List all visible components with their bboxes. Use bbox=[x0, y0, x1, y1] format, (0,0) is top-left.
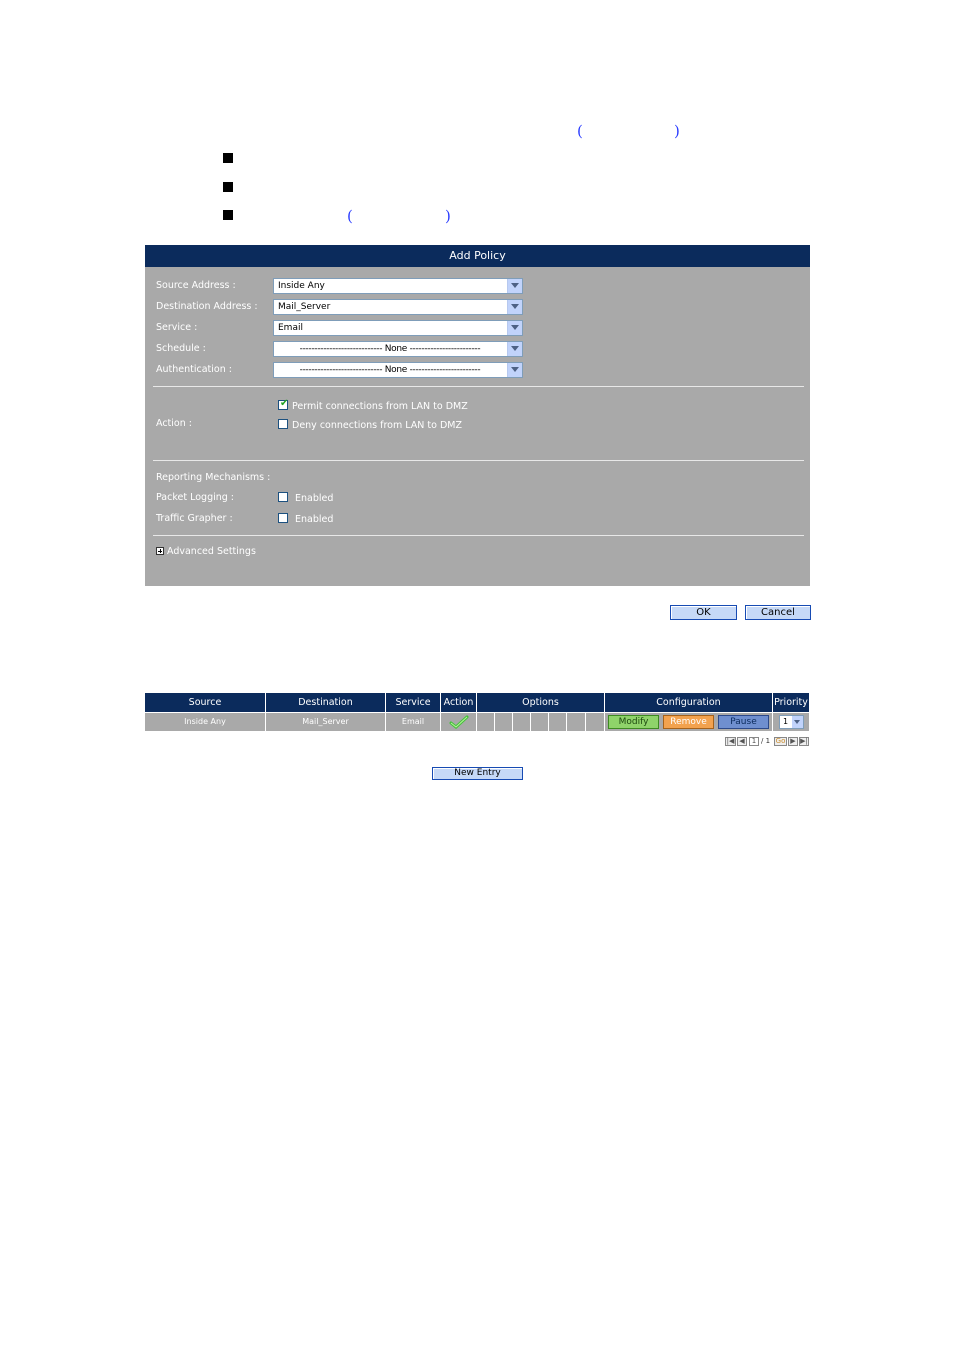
schedule-select[interactable]: ---------------------------- None ------… bbox=[273, 341, 523, 357]
permit-checkbox[interactable]: ✔ bbox=[278, 398, 289, 410]
packet-logging-checkbox[interactable] bbox=[278, 492, 288, 502]
chevron-down-icon[interactable] bbox=[507, 300, 522, 314]
bullet-icon bbox=[223, 182, 233, 192]
source-address-label: Source Address : bbox=[156, 280, 236, 291]
schedule-value: ---------------------------- None ------… bbox=[299, 344, 481, 354]
check-icon: ✔ bbox=[280, 398, 289, 409]
traffic-grapher-checkbox[interactable] bbox=[278, 513, 288, 523]
last-page-icon[interactable]: ▶| bbox=[799, 737, 809, 746]
col-header-action: Action bbox=[441, 693, 477, 712]
policy-table: Source Destination Service Action Option… bbox=[145, 693, 809, 731]
col-header-options: Options bbox=[477, 693, 605, 712]
action-label: Action : bbox=[156, 418, 192, 429]
traffic-grapher-label: Traffic Grapher : bbox=[156, 513, 233, 524]
service-label: Service : bbox=[156, 322, 198, 333]
destination-address-value: Mail_Server bbox=[278, 302, 331, 312]
option-cell bbox=[495, 713, 513, 731]
authentication-label: Authentication : bbox=[156, 364, 232, 375]
panel-title: Add Policy bbox=[145, 245, 810, 267]
service-value: Email bbox=[278, 323, 303, 333]
option-cell bbox=[586, 713, 605, 731]
col-header-service: Service bbox=[386, 693, 441, 712]
col-header-priority: Priority bbox=[773, 693, 809, 712]
option-cell bbox=[531, 713, 549, 731]
advanced-settings-link[interactable]: Advanced Settings bbox=[167, 546, 256, 558]
option-cell bbox=[477, 713, 495, 731]
paren-open: ( bbox=[577, 122, 583, 140]
chevron-down-icon[interactable] bbox=[792, 716, 803, 728]
modify-button[interactable]: Modify bbox=[608, 715, 659, 729]
check-icon bbox=[449, 715, 469, 729]
cancel-button[interactable]: Cancel bbox=[745, 605, 811, 620]
source-address-select[interactable]: Inside Any bbox=[273, 278, 523, 294]
deny-label: Deny connections from LAN to DMZ bbox=[292, 420, 462, 431]
schedule-label: Schedule : bbox=[156, 343, 206, 354]
destination-address-label: Destination Address : bbox=[156, 301, 258, 312]
priority-value: 1 bbox=[783, 717, 789, 726]
source-address-value: Inside Any bbox=[278, 281, 325, 291]
chevron-down-icon[interactable] bbox=[507, 279, 522, 293]
page-number-input[interactable]: 1 bbox=[749, 737, 759, 746]
packet-logging-label: Packet Logging : bbox=[156, 492, 235, 503]
prev-page-icon[interactable]: ◀ bbox=[737, 737, 747, 746]
destination-address-select[interactable]: Mail_Server bbox=[273, 299, 523, 315]
page-total: / 1 bbox=[761, 737, 771, 745]
option-cell bbox=[549, 713, 567, 731]
permit-label: Permit connections from LAN to DMZ bbox=[292, 401, 468, 412]
col-header-configuration: Configuration bbox=[605, 693, 773, 712]
divider bbox=[153, 460, 804, 461]
option-cell bbox=[567, 713, 586, 731]
packet-logging-enabled-label: Enabled bbox=[295, 493, 334, 504]
col-header-source: Source bbox=[145, 693, 266, 712]
paren-close: ) bbox=[674, 122, 680, 140]
pause-button[interactable]: Pause bbox=[718, 715, 769, 729]
bullet-icon bbox=[223, 153, 233, 163]
option-cell bbox=[513, 713, 531, 731]
authentication-value: ---------------------------- None ------… bbox=[299, 365, 481, 375]
add-policy-panel: Add Policy Source Address : Inside Any D… bbox=[145, 245, 810, 586]
divider bbox=[153, 386, 804, 387]
divider bbox=[153, 535, 804, 536]
new-entry-button[interactable]: New Entry bbox=[432, 767, 523, 780]
chevron-down-icon[interactable] bbox=[507, 321, 522, 335]
cell-action bbox=[441, 713, 477, 731]
paren-close: ) bbox=[445, 207, 451, 225]
ok-button[interactable]: OK bbox=[670, 605, 737, 620]
go-button[interactable]: Go bbox=[774, 737, 787, 746]
deny-checkbox[interactable] bbox=[278, 419, 288, 429]
chevron-down-icon[interactable] bbox=[507, 363, 522, 377]
priority-select[interactable]: 1 bbox=[779, 715, 804, 729]
paren-open: ( bbox=[347, 207, 353, 225]
service-select[interactable]: Email bbox=[273, 320, 523, 336]
cell-service: Email bbox=[386, 713, 441, 731]
cell-source: Inside Any bbox=[145, 713, 266, 731]
traffic-grapher-enabled-label: Enabled bbox=[295, 514, 334, 525]
col-header-destination: Destination bbox=[266, 693, 386, 712]
next-page-icon[interactable]: ▶ bbox=[788, 737, 798, 746]
expand-plus-icon[interactable] bbox=[156, 547, 164, 555]
bullet-icon bbox=[223, 210, 233, 220]
reporting-label: Reporting Mechanisms : bbox=[156, 472, 271, 483]
cell-destination: Mail_Server bbox=[266, 713, 386, 731]
remove-button[interactable]: Remove bbox=[663, 715, 714, 729]
authentication-select[interactable]: ---------------------------- None ------… bbox=[273, 362, 523, 378]
first-page-icon[interactable]: |◀ bbox=[725, 737, 736, 746]
chevron-down-icon[interactable] bbox=[507, 342, 522, 356]
